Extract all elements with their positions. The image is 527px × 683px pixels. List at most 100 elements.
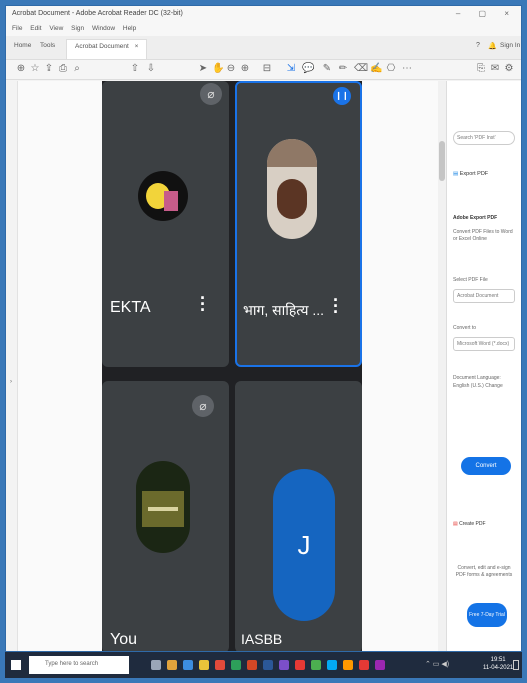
avatar: [136, 461, 190, 553]
mail-icon[interactable]: ✉: [490, 64, 500, 74]
acrobat-icon[interactable]: [295, 660, 305, 670]
file-select-value: Acrobat Document: [457, 293, 499, 299]
chrome-icon[interactable]: [215, 660, 225, 670]
free-trial-button[interactable]: Free 7-Day Trial: [467, 603, 507, 627]
window-title: Acrobat Document - Adobe Acrobat Reader …: [12, 10, 183, 17]
export-heading: Adobe Export PDF: [453, 215, 498, 221]
notification-icon[interactable]: [513, 660, 519, 670]
app-icon[interactable]: [359, 660, 369, 670]
vertical-scrollbar[interactable]: [438, 81, 446, 651]
page-down-icon[interactable]: ⇩: [146, 64, 156, 74]
convert-to-label: Convert to: [453, 325, 477, 331]
create-icon[interactable]: ⊕: [16, 64, 26, 74]
tab-document[interactable]: Acrobat Document ×: [66, 39, 148, 59]
menu-bar: File Edit View Sign Window Help: [6, 23, 521, 36]
document-viewport[interactable]: ⌀ EKTA · · · ❙❙ भाग, साहित्य ... · · · ⌀…: [18, 81, 446, 651]
share-icon[interactable]: ⇪: [44, 64, 54, 74]
format-select-value: Microsoft Word (*.docx): [457, 341, 510, 347]
tab-tools[interactable]: Tools: [40, 42, 55, 49]
create-pdf-tool[interactable]: ▤ Create PDF: [453, 521, 486, 528]
comment-icon[interactable]: 💬: [302, 64, 314, 74]
tab-home[interactable]: Home: [14, 42, 31, 49]
windows-start-icon[interactable]: [11, 660, 21, 670]
close-icon[interactable]: ×: [135, 43, 139, 50]
export-pdf-tool[interactable]: ▤ Export PDF: [453, 171, 488, 178]
hand-icon[interactable]: ✋: [212, 64, 224, 74]
print-icon[interactable]: ⎙: [58, 64, 68, 74]
expand-icon[interactable]: ›: [10, 379, 12, 385]
help-icon[interactable]: ?: [476, 42, 480, 49]
avatar: [138, 171, 188, 221]
menu-view[interactable]: View: [49, 25, 63, 32]
left-panel-toggle[interactable]: ›: [6, 81, 18, 651]
zoom-in-icon[interactable]: ⊕: [240, 64, 250, 74]
zoom-out-icon[interactable]: ⊖: [226, 64, 236, 74]
language-label: Document Language:: [453, 375, 501, 381]
edge-icon[interactable]: [183, 660, 193, 670]
clock-date: 11-04-2021: [483, 665, 514, 671]
menu-edit[interactable]: Edit: [30, 25, 41, 32]
fit-icon[interactable]: ⊟: [262, 64, 272, 74]
avatar: J: [273, 469, 335, 621]
save-icon[interactable]: ⎘: [476, 64, 486, 74]
avatar: [267, 139, 317, 239]
excel-icon[interactable]: [231, 660, 241, 670]
format-select[interactable]: Microsoft Word (*.docx): [453, 337, 515, 351]
app-icon[interactable]: [311, 660, 321, 670]
participant-tile-you: ⌀ You: [102, 381, 229, 651]
participant-name: भाग, साहित्य ...: [243, 302, 325, 318]
app-icon[interactable]: [343, 660, 353, 670]
app-icon[interactable]: [279, 660, 289, 670]
draw-icon[interactable]: ✏: [338, 64, 348, 74]
menu-sign[interactable]: Sign: [71, 25, 84, 32]
menu-window[interactable]: Window: [92, 25, 115, 32]
create-pdf-icon: ▤: [453, 521, 458, 527]
highlight-icon[interactable]: ✎: [322, 64, 332, 74]
window-controls[interactable]: – ▢ ×: [456, 9, 517, 18]
scrollbar-thumb[interactable]: [439, 141, 445, 181]
speaking-icon: ❙❙: [333, 87, 351, 105]
sign-icon[interactable]: ✍: [370, 64, 382, 74]
settings-icon[interactable]: ⚙: [504, 64, 514, 74]
tools-pane: Search 'PDF Inst' ▤ Export PDF Adobe Exp…: [446, 81, 521, 651]
taskbar-search-placeholder: Type here to search: [45, 661, 99, 667]
cursor-icon[interactable]: ➤: [198, 64, 208, 74]
stamp-icon[interactable]: ⎔: [386, 64, 396, 74]
taskbar-search[interactable]: Type here to search: [29, 656, 129, 674]
menu-file[interactable]: File: [12, 25, 22, 32]
app-window: Acrobat Document - Adobe Acrobat Reader …: [5, 5, 522, 652]
more-options-icon[interactable]: · · ·: [333, 291, 339, 321]
system-tray-icons[interactable]: ⌃ ▭ ◀): [425, 660, 449, 668]
bell-icon[interactable]: 🔔: [488, 42, 497, 50]
clock[interactable]: 19:51 11-04-2021: [483, 656, 513, 672]
promo-text: Convert, edit and e-sign PDF forms & agr…: [455, 565, 513, 578]
folder-icon[interactable]: [199, 660, 209, 670]
file-select[interactable]: Acrobat Document: [453, 289, 515, 303]
participant-name: You: [110, 631, 137, 648]
export-pdf-icon: ▤: [453, 171, 459, 177]
search-tools-input[interactable]: Search 'PDF Inst': [453, 131, 515, 145]
select-icon[interactable]: ⇲: [286, 64, 296, 74]
powerpoint-icon[interactable]: [247, 660, 257, 670]
more-options-icon[interactable]: · · ·: [200, 289, 206, 319]
word-icon[interactable]: [263, 660, 273, 670]
menu-help[interactable]: Help: [123, 25, 136, 32]
tab-document-label: Acrobat Document: [75, 43, 129, 50]
select-file-label: Select PDF File: [453, 277, 488, 283]
sign-in-link[interactable]: Sign In: [500, 42, 520, 49]
mic-off-icon: ⌀: [192, 395, 214, 417]
participant-tile-ekta: ⌀ EKTA · · ·: [102, 81, 229, 367]
more-tools-icon[interactable]: ⋯: [402, 64, 412, 74]
eraser-icon[interactable]: ⌫: [354, 64, 368, 74]
file-explorer-icon[interactable]: [167, 660, 177, 670]
clock-time: 19:51: [490, 657, 506, 663]
task-view-icon[interactable]: [151, 660, 161, 670]
page-up-icon[interactable]: ⇧: [130, 64, 140, 74]
convert-button[interactable]: Convert: [461, 457, 511, 475]
app-icon[interactable]: [375, 660, 385, 670]
language-value[interactable]: English (U.S.) Change: [453, 383, 503, 390]
windows-taskbar: Type here to search ⌃ ▭ ◀) 19:51 11-04-2…: [5, 652, 522, 678]
search-icon[interactable]: ⌕: [72, 64, 82, 74]
app-icon[interactable]: [327, 660, 337, 670]
star-icon[interactable]: ☆: [30, 64, 40, 74]
